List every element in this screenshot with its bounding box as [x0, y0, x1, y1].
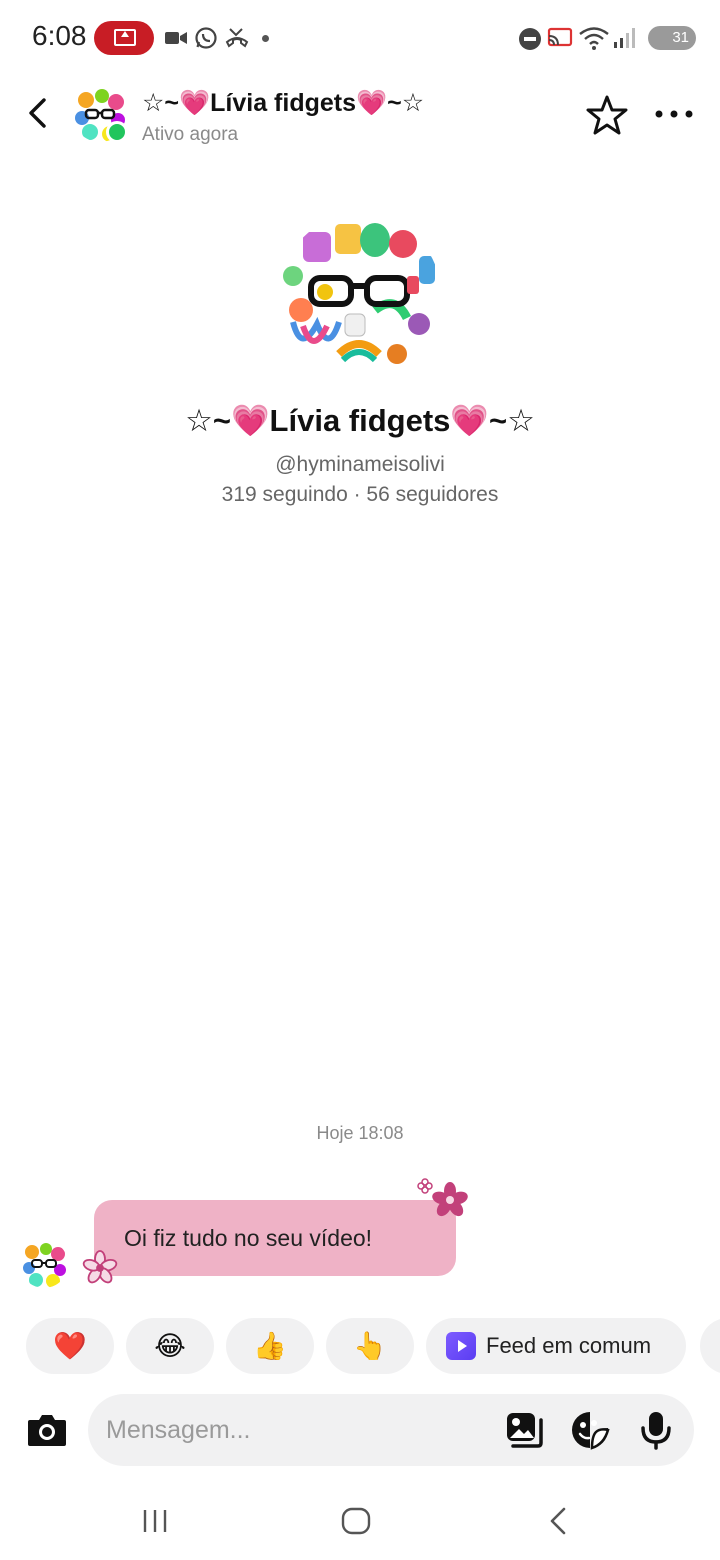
message-sender-avatar[interactable]: [20, 1240, 68, 1288]
message-compose-bar: [88, 1394, 694, 1466]
profile-handle: @hyminameisolivi: [275, 453, 445, 476]
flower-outline-decoration-icon: [82, 1250, 118, 1284]
feed-em-comum-label: Feed em comum: [486, 1333, 652, 1358]
message-input[interactable]: [106, 1408, 486, 1452]
active-status: Ativo agora: [142, 124, 239, 145]
profile-avatar[interactable]: [279, 214, 441, 376]
message-text: Oi fiz tudo no seu vídeo!: [124, 1225, 373, 1251]
recent-apps-icon[interactable]: [140, 1506, 170, 1536]
do-not-disturb-icon: [519, 28, 541, 50]
flower-decoration-icon: [417, 1178, 468, 1217]
sticker-emoji-icon[interactable]: [570, 1410, 610, 1450]
camera-icon[interactable]: [26, 1410, 68, 1450]
contact-name[interactable]: ☆~💗Lívia fidgets💗~☆: [142, 88, 424, 118]
battery-indicator: 31: [648, 26, 696, 50]
cast-icon: [547, 27, 573, 47]
notification-dot-icon: [262, 35, 269, 42]
quick-reply-bar: ❤️ 😂 👍 👆 Feed em comum: [0, 1318, 720, 1376]
chat-header: ☆~💗Lívia fidgets💗~☆ Ativo agora: [0, 76, 720, 162]
battery-level: 31: [672, 29, 689, 46]
screen-record-indicator: [94, 21, 154, 55]
more-options-icon[interactable]: [654, 102, 694, 126]
profile-name: ☆~💗Lívia fidgets💗~☆: [185, 403, 535, 438]
back-arrow-icon[interactable]: [22, 96, 56, 130]
quick-reply-more[interactable]: [700, 1318, 720, 1374]
status-time: 6:08: [32, 20, 87, 51]
microphone-icon[interactable]: [636, 1410, 676, 1450]
shared-feed-icon: [446, 1332, 476, 1360]
profile-stats: 319 seguindo · 56 seguidores: [221, 483, 499, 506]
quick-reply-heart[interactable]: ❤️: [26, 1318, 114, 1374]
status-bar: 6:08 31: [0, 0, 720, 76]
gallery-image-icon[interactable]: [504, 1410, 544, 1450]
message-timestamp: Hoje 18:08: [316, 1123, 404, 1143]
quick-reply-laugh[interactable]: 😂: [126, 1318, 214, 1374]
fidget-toys-profile-image: [279, 214, 441, 376]
fidget-toys-avatar-image: [20, 1240, 68, 1288]
feed-em-comum-button[interactable]: Feed em comum: [426, 1318, 686, 1374]
signal-icon: [614, 28, 635, 48]
video-camera-icon: [165, 32, 187, 44]
message-bubble[interactable]: Oi fiz tudo no seu vídeo!: [94, 1200, 456, 1276]
quick-reply-thumbs-up[interactable]: 👍: [226, 1318, 314, 1374]
android-navigation-bar: [0, 1480, 720, 1560]
whatsapp-icon: [195, 27, 217, 49]
missed-call-icon: [225, 28, 249, 48]
quick-reply-point-up[interactable]: 👆: [326, 1318, 414, 1374]
home-icon[interactable]: [340, 1506, 372, 1536]
wifi-icon: [579, 27, 609, 50]
nav-back-icon[interactable]: [546, 1506, 572, 1536]
online-status-dot: [106, 121, 128, 143]
star-favorite-icon[interactable]: [586, 94, 628, 136]
